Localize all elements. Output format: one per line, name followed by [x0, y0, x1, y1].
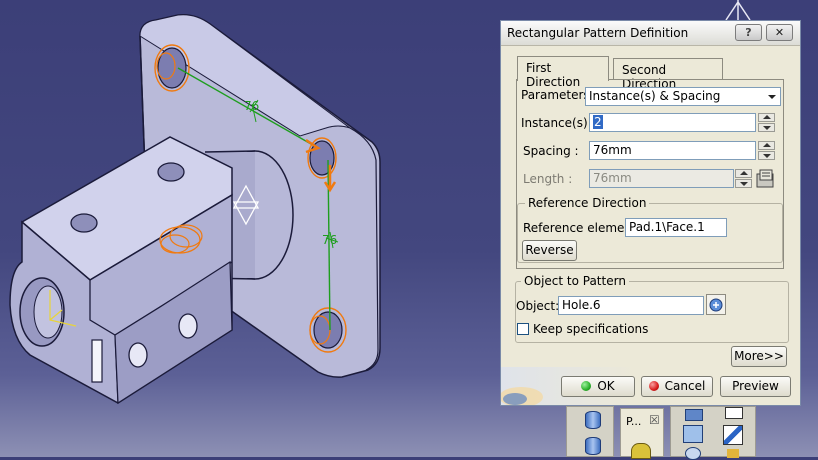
dimension-label-top: 76 — [244, 99, 259, 113]
tab-second-direction[interactable]: Second Direction — [613, 58, 723, 91]
ok-button-label: OK — [597, 379, 615, 393]
parameters-label: Parameters: — [521, 88, 594, 102]
chevron-down-icon[interactable] — [764, 88, 780, 105]
object-to-pattern-title: Object to Pattern — [521, 274, 629, 288]
dialog-titlebar[interactable]: Rectangular Pattern Definition ? ✕ — [501, 21, 800, 46]
spacing-spinner[interactable] — [758, 141, 775, 160]
length-input: 76mm — [589, 169, 734, 188]
shape-icon-2[interactable] — [685, 447, 701, 460]
reference-element-input[interactable]: Pad.1\Face.1 — [625, 218, 727, 237]
measure-icon[interactable] — [755, 168, 777, 190]
catia-logo-icon — [501, 387, 543, 405]
compass-icon[interactable] — [725, 0, 751, 21]
close-button[interactable]: ✕ — [766, 24, 793, 41]
instances-spinner[interactable] — [758, 113, 775, 132]
cylinder-icon[interactable] — [585, 411, 601, 429]
parameters-select-value: Instance(s) & Spacing — [589, 89, 721, 103]
preview-button[interactable]: Preview — [720, 376, 791, 397]
spacing-input[interactable]: 76mm — [589, 141, 756, 160]
reference-direction-title: Reference Direction — [525, 196, 650, 210]
draft-icon[interactable] — [723, 425, 743, 445]
reference-element-label: Reference element: — [523, 221, 641, 235]
cylinder-stack-icon[interactable] — [585, 437, 601, 455]
cancel-button-label: Cancel — [664, 379, 706, 393]
workbench-toolbars: P... ☒ — [566, 406, 756, 460]
spacing-label: Spacing : — [523, 144, 579, 158]
object-label: Object: — [516, 299, 560, 313]
reverse-button[interactable]: Reverse — [522, 240, 577, 261]
ok-icon — [581, 381, 592, 391]
length-label: Length : — [523, 172, 573, 186]
sketch-icon[interactable] — [725, 407, 743, 419]
help-button[interactable]: ? — [735, 24, 762, 41]
object-input[interactable]: Hole.6 — [558, 296, 704, 315]
cancel-icon — [648, 381, 659, 391]
dimension-label-right: 76 — [322, 233, 337, 247]
instances-input[interactable]: 2 — [589, 113, 756, 132]
keep-specifications-checkbox[interactable] — [517, 323, 529, 335]
rectangular-pattern-dialog: Rectangular Pattern Definition ? ✕ First… — [500, 20, 801, 406]
object-selector-icon[interactable] — [706, 294, 726, 315]
ok-button[interactable]: OK — [561, 376, 635, 397]
length-spinner — [735, 169, 752, 188]
front-block — [9, 136, 233, 405]
shape-icon-1[interactable] — [685, 409, 703, 421]
more-button[interactable]: More>> — [731, 346, 787, 367]
cancel-button[interactable]: Cancel — [641, 376, 713, 397]
toolbar-panel-label: P... — [626, 415, 642, 428]
toolbar-right — [670, 406, 756, 460]
hole-top-left[interactable] — [154, 44, 190, 92]
toolbar-left — [566, 406, 614, 457]
instances-input-value: 2 — [593, 115, 603, 129]
pattern-icon[interactable] — [683, 425, 703, 443]
tab-first-direction[interactable]: First Direction — [517, 56, 609, 89]
instances-label: Instance(s) : — [521, 116, 596, 130]
keep-specifications-label: Keep specifications — [533, 322, 649, 336]
toolbar-panel-close-icon[interactable]: ☒ — [649, 413, 660, 427]
dialog-footer: OK Cancel Preview — [501, 367, 800, 405]
parameters-select[interactable]: Instance(s) & Spacing — [585, 87, 781, 106]
hole-bottom-right[interactable] — [309, 307, 347, 353]
toolbar-panel: P... ☒ — [620, 408, 664, 459]
dialog-title: Rectangular Pattern Definition — [507, 26, 689, 40]
